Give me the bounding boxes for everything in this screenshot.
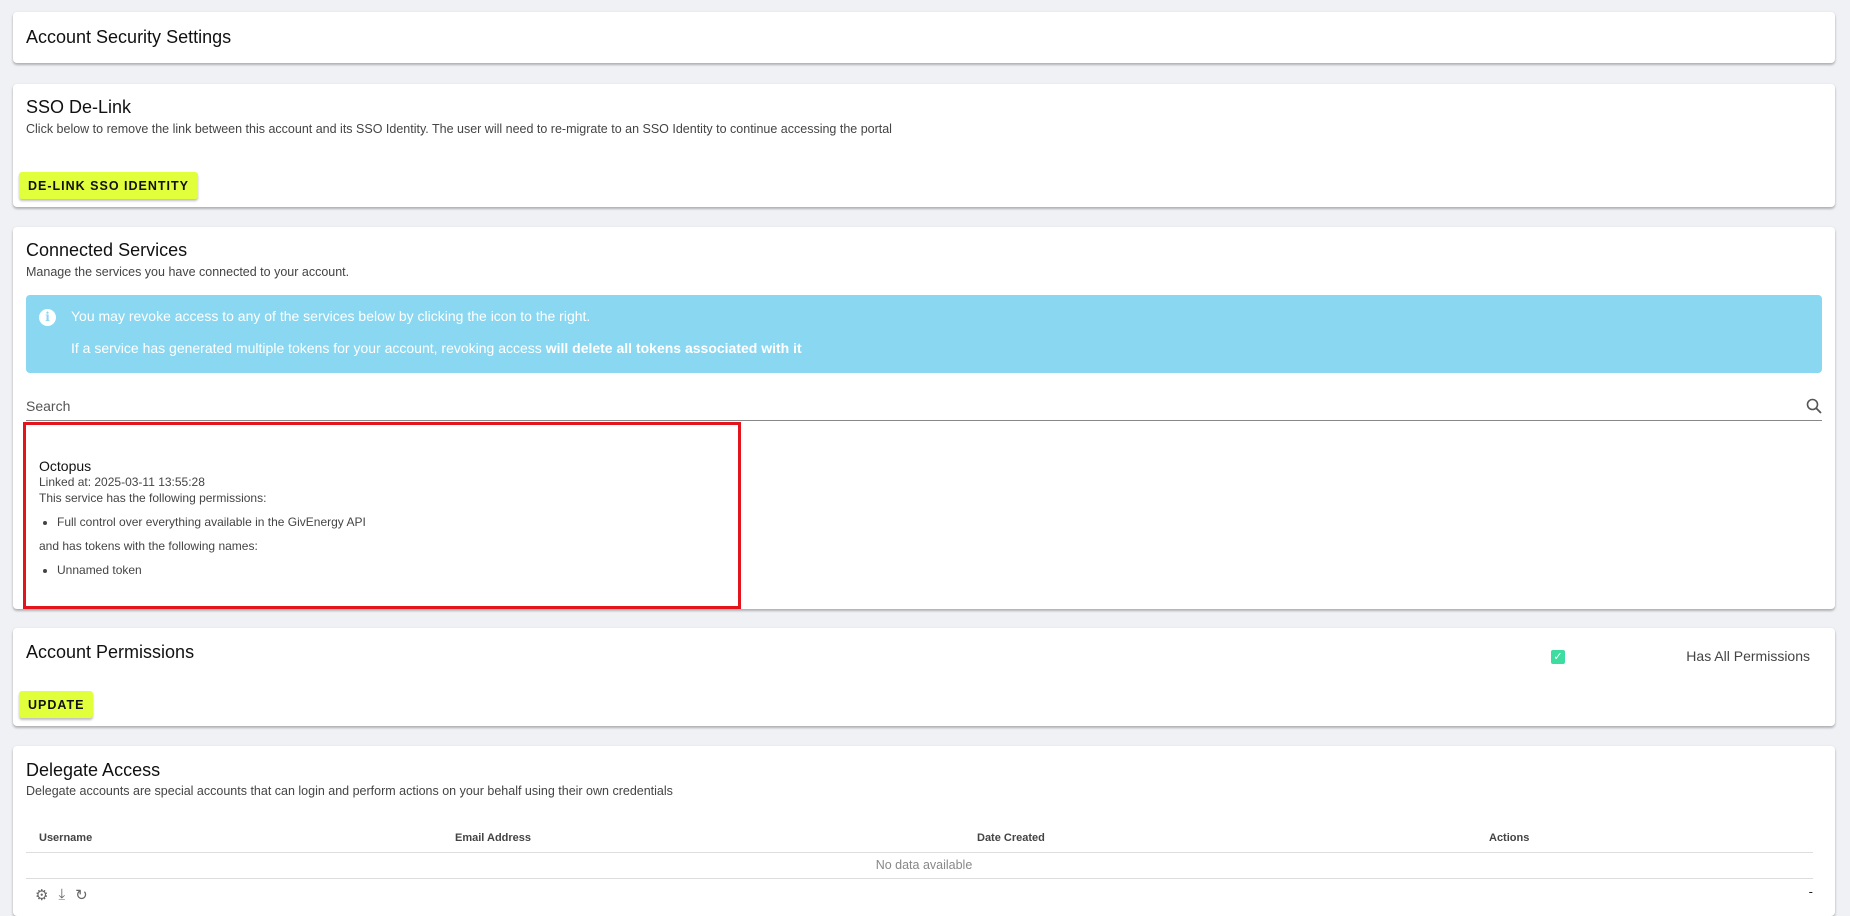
account-permissions-card: Account Permissions ✓ Has All Permission…	[13, 628, 1835, 726]
sso-title: SSO De-Link	[26, 97, 132, 117]
info-icon: i	[39, 309, 56, 326]
search-icon[interactable]	[1806, 398, 1822, 414]
alert-line1: You may revoke access to any of the serv…	[71, 308, 591, 324]
connected-title: Connected Services	[26, 240, 188, 260]
permissions-title: Account Permissions	[26, 642, 195, 662]
download-icon[interactable]: ⤓	[58, 886, 65, 904]
token-item: Unnamed token	[57, 562, 366, 578]
delink-sso-button[interactable]: DE-LINK SSO IDENTITY	[19, 172, 198, 199]
divider	[26, 852, 1813, 853]
delegate-title: Delegate Access	[26, 760, 161, 780]
connected-description: Manage the services you have connected t…	[26, 265, 350, 279]
search-label: Search	[26, 398, 71, 414]
service-highlight: Octopus Linked at: 2025-03-11 13:55:28 T…	[23, 422, 741, 609]
service-name: Octopus	[39, 458, 92, 474]
info-alert: i You may revoke access to any of the se…	[26, 295, 1822, 373]
column-actions: Actions	[1489, 832, 1530, 844]
has-all-permissions-checkbox[interactable]: ✓	[1551, 650, 1565, 664]
search-input[interactable]: Search	[26, 392, 1822, 421]
table-toolbar: ⚙ ⤓ ↻	[35, 886, 88, 904]
permissions-intro: This service has the following permissio…	[39, 491, 267, 505]
pagination-indicator: -	[1808, 884, 1813, 899]
header-card: Account Security Settings	[13, 12, 1835, 63]
column-date-created[interactable]: Date Created	[977, 832, 1045, 844]
alert-line2: If a service has generated multiple toke…	[71, 340, 802, 356]
sso-description: Click below to remove the link between t…	[26, 122, 892, 136]
refresh-icon[interactable]: ↻	[75, 886, 88, 904]
connected-services-card: Connected Services Manage the services y…	[13, 227, 1835, 609]
alert-line2-bold: will delete all tokens associated with i…	[545, 340, 802, 356]
divider	[26, 878, 1813, 879]
page-title: Account Security Settings	[26, 27, 232, 47]
update-button[interactable]: UPDATE	[19, 691, 94, 718]
service-linked-at: Linked at: 2025-03-11 13:55:28	[39, 475, 205, 489]
delegate-description: Delegate accounts are special accounts t…	[26, 784, 673, 798]
has-all-permissions-label: Has All Permissions	[1686, 648, 1810, 664]
permission-item: Full control over everything available i…	[57, 514, 366, 530]
tokens-intro: and has tokens with the following names:	[39, 539, 258, 553]
column-username[interactable]: Username	[39, 832, 92, 844]
column-email[interactable]: Email Address	[455, 832, 531, 844]
delegate-access-card: Delegate Access Delegate accounts are sp…	[13, 746, 1835, 916]
alert-line2-text: If a service has generated multiple toke…	[71, 340, 546, 356]
sso-card: SSO De-Link Click below to remove the li…	[13, 84, 1835, 207]
gear-icon[interactable]: ⚙	[35, 886, 48, 904]
empty-message: No data available	[875, 858, 973, 872]
service-item: Octopus Linked at: 2025-03-11 13:55:28 T…	[39, 458, 366, 586]
